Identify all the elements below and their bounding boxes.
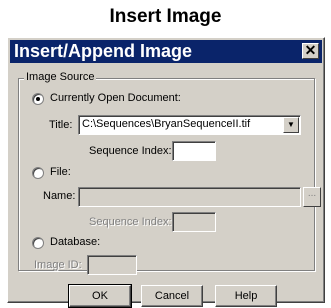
insert-append-image-dialog: Insert/Append Image ✕ Image Source Curre… [7,37,325,308]
sequence-index-input[interactable] [172,141,216,161]
name-label: Name: [43,190,76,202]
title-label: Title: [49,119,73,131]
help-button[interactable]: Help [215,285,277,307]
title-select-value: C:\Sequences\BryanSequenceII.tif [82,118,251,130]
image-source-label: Image Source [24,71,97,83]
open-document-radio[interactable] [32,93,44,105]
dialog-title: Insert/Append Image [14,41,193,61]
file-sequence-index-label: Sequence Index: [89,216,172,228]
file-radio[interactable] [32,167,44,179]
file-name-input[interactable] [78,187,301,207]
title-select[interactable]: C:\Sequences\BryanSequenceII.tif [78,115,301,135]
database-label: Database: [50,236,101,248]
open-document-label: Currently Open Document: [50,92,181,104]
page-title: Insert Image [109,6,222,27]
image-id-input[interactable] [87,255,137,275]
browse-button[interactable]: ... [303,187,321,207]
sequence-index-label: Sequence Index: [89,145,172,157]
image-id-label: Image ID: [34,259,82,271]
ok-button[interactable]: OK [68,284,132,308]
dialog-titlebar[interactable]: Insert/Append Image ✕ [10,40,322,63]
chevron-down-icon[interactable]: ▼ [283,117,299,133]
close-icon[interactable]: ✕ [302,43,319,59]
file-sequence-index-input[interactable] [172,212,216,232]
database-radio[interactable] [32,237,44,249]
cancel-button[interactable]: Cancel [141,285,203,307]
file-label: File: [50,166,71,178]
